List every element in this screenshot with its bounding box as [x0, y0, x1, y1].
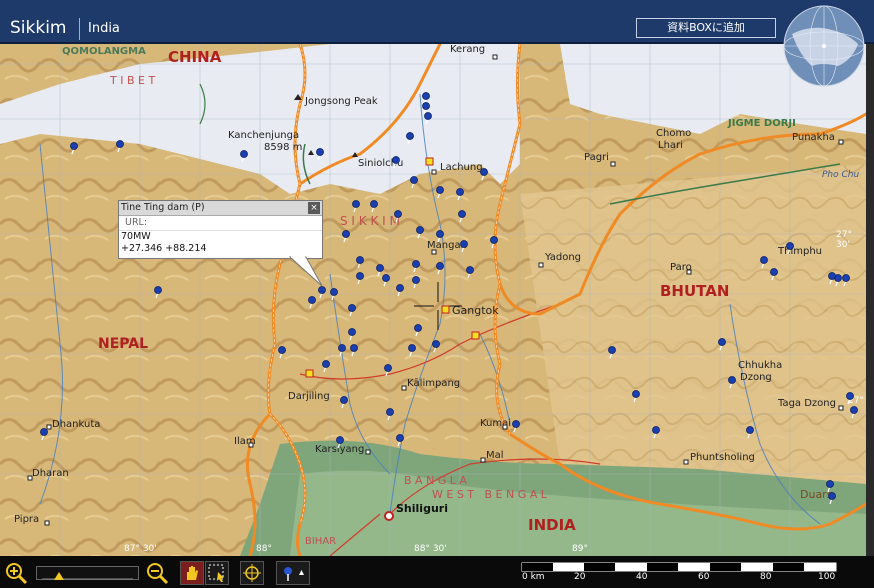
map-view[interactable]: QOMOLANGMA CHINA T I B E T Kerang Jongso… [0, 44, 866, 556]
hydro-pin-icon [412, 260, 420, 273]
hydro-pin-icon [340, 396, 348, 409]
hydro-pin-icon [416, 226, 424, 239]
scale-tick-60: 60 [698, 572, 710, 582]
hydro-pin-icon [392, 156, 400, 169]
hydro-pin-icon [342, 230, 350, 243]
hydro-pin-icon [436, 186, 444, 199]
hydro-pin-icon [278, 346, 286, 359]
hydro-pin-icon [728, 376, 736, 389]
hydro-pin-icon [842, 274, 850, 287]
hydro-pin-icon [480, 168, 488, 181]
target-icon [243, 564, 261, 582]
hydro-pin-icon [338, 344, 346, 357]
map-title: Sikkim [10, 18, 67, 38]
info-popup: Tine Ting dam (P) × URL: 70MW +27.346 +8… [118, 200, 323, 259]
hydro-pin-icon [826, 480, 834, 493]
hydro-pin-icon [356, 256, 364, 269]
hydro-pin-icon [410, 176, 418, 189]
zoom-out-icon[interactable] [145, 561, 169, 585]
hydro-pin-icon [414, 324, 422, 337]
hand-tool-icon [187, 566, 198, 580]
pin-tool-button[interactable] [276, 561, 310, 585]
select-tool-icon [208, 564, 224, 582]
hydro-pin-icon [828, 492, 836, 505]
hydro-pin-icon [786, 242, 794, 255]
scale-tick-100: 100 [818, 572, 836, 582]
hydro-pin-icon [350, 344, 358, 357]
hydro-pin-icon [466, 266, 474, 279]
scale-bar [521, 562, 837, 572]
hydro-pin-icon [632, 390, 640, 403]
hand-tool-button[interactable] [180, 561, 204, 585]
popup-line-coords: +27.346 +88.214 [121, 243, 207, 254]
popup-close-button[interactable]: × [308, 202, 320, 214]
add-to-box-button[interactable]: 資料BOXに追加 [636, 18, 776, 38]
popup-title: Tine Ting dam (P) [119, 201, 322, 216]
pin-icon [284, 567, 304, 581]
hydro-pin-icon [382, 274, 390, 287]
hydro-pin-icon [356, 272, 364, 285]
title-bar: Sikkim India 資料BOXに追加 [0, 0, 874, 44]
hydro-pin-icon [850, 406, 858, 419]
hydro-pin-icon [330, 288, 338, 301]
target-tool-button[interactable] [240, 561, 264, 585]
title-divider [79, 18, 80, 40]
hydro-pin-icon [456, 188, 464, 201]
zoom-slider-handle [54, 572, 64, 580]
map-subtitle: India [88, 21, 120, 36]
hydro-pin-icon [460, 240, 468, 253]
zoom-slider[interactable] [36, 566, 139, 580]
hydro-pin-icon [746, 426, 754, 439]
popup-url-label: URL: [119, 216, 322, 231]
hydro-pin-icon [846, 392, 854, 405]
hydro-pin-icon [490, 236, 498, 249]
hydro-pin-icon [436, 262, 444, 275]
hydro-pin-icon [316, 148, 324, 161]
hydro-pin-icon [322, 360, 330, 373]
scale-tick-20: 20 [574, 572, 586, 582]
hydro-pin-icon [386, 408, 394, 421]
select-tool-button[interactable] [205, 561, 229, 585]
hydro-pin-icon [432, 340, 440, 353]
hydro-pin-icon [512, 420, 520, 433]
hydro-pin-icon [240, 150, 248, 163]
hydro-pin-icon [652, 426, 660, 439]
scale-tick-0: 0 km [522, 572, 545, 582]
hydro-pin-icon [376, 264, 384, 277]
hydro-pin-icon [384, 364, 392, 377]
hydro-pin-icon [608, 346, 616, 359]
hydro-pin-icon [412, 276, 420, 289]
scale-tick-80: 80 [760, 572, 772, 582]
hydro-pin-icon [116, 140, 124, 153]
hydro-pin-icon [308, 296, 316, 309]
hydro-pin-icon [718, 338, 726, 351]
hydro-pin-icon [348, 328, 356, 341]
globe-icon[interactable] [782, 4, 866, 88]
hydro-pin-icon [394, 210, 402, 223]
hydro-pin-icon [318, 286, 326, 299]
popup-line-capacity: 70MW [121, 231, 151, 242]
hydro-pin-icon [70, 142, 78, 155]
hydro-pin-icon [396, 284, 404, 297]
hydro-pin-icon [458, 210, 466, 223]
hydro-pin-icon [828, 272, 836, 285]
hydro-pin-icon [760, 256, 768, 269]
zoom-in-icon[interactable] [4, 561, 28, 585]
hydro-pin-icon [436, 230, 444, 243]
hydro-pin-icon [336, 436, 344, 449]
scale-tick-40: 40 [636, 572, 648, 582]
hydro-pin-icon [406, 132, 414, 145]
hydro-pin-icon [40, 428, 48, 441]
hydro-pin-icon [396, 434, 404, 447]
hydro-pin-icon [352, 200, 360, 213]
right-scrollbar[interactable] [866, 44, 874, 556]
hydro-pin-icon [348, 304, 356, 317]
hydro-pin-icon [154, 286, 162, 299]
hydro-pin-icon [424, 112, 432, 125]
hydro-pin-icon [408, 344, 416, 357]
hydro-pin-icon [770, 268, 778, 281]
hydro-pin-icon [370, 200, 378, 213]
